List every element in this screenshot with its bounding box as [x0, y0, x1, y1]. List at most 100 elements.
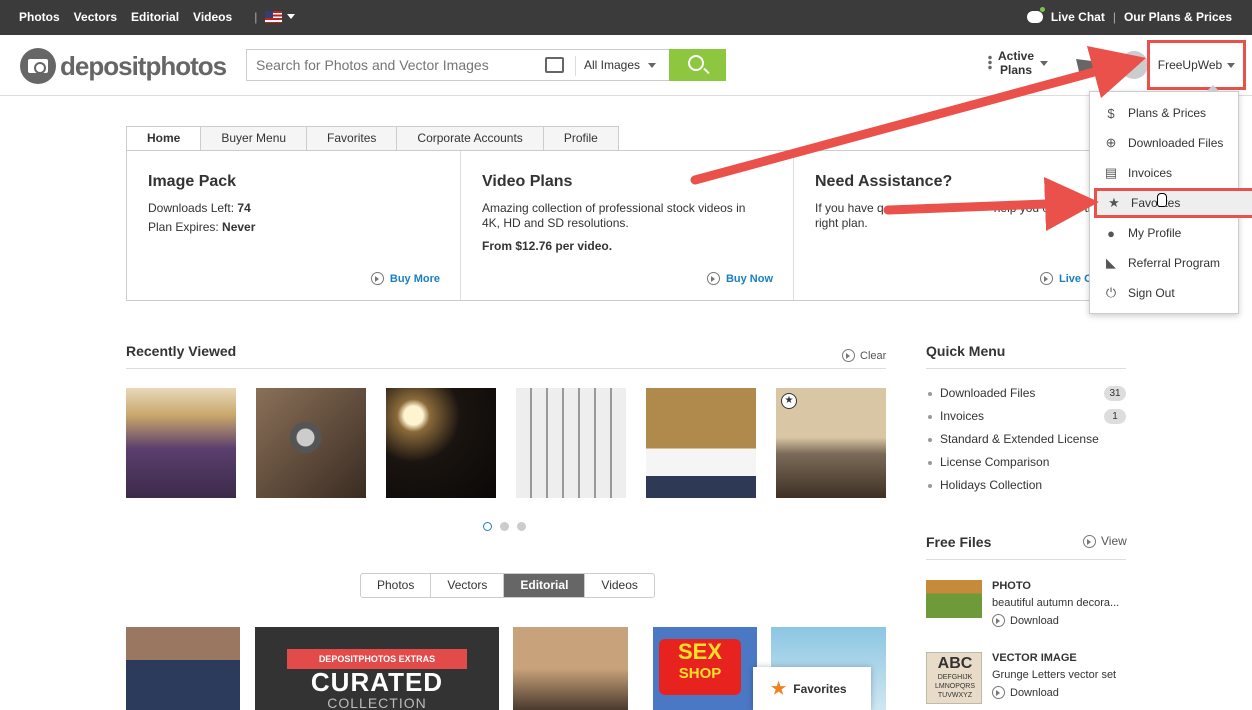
image-search-icon[interactable]: [545, 57, 564, 73]
tab-favorites[interactable]: Favorites: [307, 126, 398, 151]
avatar[interactable]: [1120, 51, 1148, 79]
editorial-thumb-3[interactable]: [513, 627, 628, 710]
star-icon: ★: [1108, 195, 1120, 210]
header: depositphotos All Images Active Plans Fr…: [0, 35, 1252, 96]
menu-item-plans-prices[interactable]: $ Plans & Prices: [1090, 98, 1238, 128]
carousel-dot-2[interactable]: [500, 522, 509, 531]
user-menu-button[interactable]: FreeUpWeb: [1147, 40, 1246, 90]
view-label: View: [1101, 534, 1127, 548]
favorites-floating-tab[interactable]: ★ Favorites: [753, 667, 871, 710]
cart-icon[interactable]: [1076, 59, 1098, 73]
quick-menu-license-comparison[interactable]: License Comparison: [926, 454, 1126, 477]
tab-home[interactable]: Home: [126, 126, 202, 151]
free-file-thumbnail[interactable]: ABC DEFGHIJK LMNOPQRS TUVWXYZ: [926, 652, 982, 704]
document-icon: ▤: [1104, 165, 1118, 180]
arrow-right-circle-icon: [842, 349, 855, 362]
search-icon: [688, 55, 704, 71]
menu-item-downloaded-files[interactable]: ⊕ Downloaded Files: [1090, 128, 1238, 158]
assistance-card: Need Assistance? If you have q help you c…: [793, 151, 1126, 300]
banner-subheading: COLLECTION: [327, 695, 427, 710]
shop-sign: SEX SHOP: [659, 639, 741, 695]
hand-cursor-icon: [1157, 193, 1167, 207]
logo-text: depositphotos: [60, 50, 227, 81]
menu-item-label: Referral Program: [1128, 256, 1221, 270]
image-type-select[interactable]: All Images: [584, 58, 657, 72]
language-caret-icon[interactable]: [287, 14, 295, 19]
nav-vectors[interactable]: Vectors: [74, 10, 117, 24]
image-pack-title: Image Pack: [148, 173, 237, 190]
dashboard-tabs: Home Buyer Menu Favorites Corporate Acco…: [126, 126, 619, 151]
plan-expires-value: Never: [222, 220, 256, 234]
count-badge: 1: [1104, 409, 1126, 424]
quick-menu-list: Downloaded Files 31 Invoices 1 Standard & …: [926, 385, 1126, 500]
nav-photos[interactable]: Photos: [19, 10, 60, 24]
tab-photos[interactable]: Photos: [361, 574, 430, 597]
search-input[interactable]: [247, 50, 537, 80]
thumbnail-mic-audience[interactable]: ★: [776, 388, 886, 498]
quick-menu-holidays-collection[interactable]: Holidays Collection: [926, 477, 1126, 500]
thumbnail-podium-mic[interactable]: [646, 388, 756, 498]
clear-link[interactable]: Clear: [842, 349, 886, 362]
live-chat-link[interactable]: Live Chat: [1051, 10, 1105, 24]
carousel-dot-1[interactable]: [483, 522, 492, 531]
menu-item-invoices[interactable]: ▤ Invoices: [1090, 158, 1238, 188]
nav-editorial[interactable]: Editorial: [131, 10, 179, 24]
tab-videos[interactable]: Videos: [584, 574, 653, 597]
quick-menu-invoices[interactable]: Invoices 1: [926, 408, 1126, 431]
quick-menu-title: Quick Menu: [926, 343, 1006, 359]
tab-corporate-accounts[interactable]: Corporate Accounts: [397, 126, 544, 151]
arrow-right-circle-icon: [370, 272, 384, 285]
buy-now-label: Buy Now: [725, 272, 773, 285]
tab-vectors[interactable]: Vectors: [430, 574, 503, 597]
download-link[interactable]: Download: [992, 614, 1059, 627]
menu-item-label: My Profile: [1128, 226, 1182, 240]
editorial-thumb-1[interactable]: [126, 627, 240, 710]
menu-item-label: Plans & Prices: [1128, 106, 1207, 120]
plans-prices-link[interactable]: Our Plans & Prices: [1124, 10, 1232, 24]
dashboard-panel: Image Pack Downloads Left: 74 Plan Expir…: [126, 150, 1126, 301]
downloads-left: Downloads Left: 74: [148, 201, 439, 216]
thumbnail-microphone-crowd[interactable]: [256, 388, 366, 498]
downloads-left-label: Downloads Left:: [148, 201, 238, 215]
search-button[interactable]: [669, 49, 726, 81]
list-item-label: Downloaded Files: [940, 386, 1036, 400]
thumbnail-calendar[interactable]: [516, 388, 626, 498]
editorial-thumb-4[interactable]: SEX SHOP: [653, 627, 757, 710]
curated-collection-banner[interactable]: DEPOSITPHOTOS EXTRAS CURATED COLLECTION: [255, 627, 499, 710]
menu-item-sign-out[interactable]: ⏻ Sign Out: [1090, 278, 1238, 308]
star-icon[interactable]: ★: [781, 393, 797, 409]
thumbnail-spotlight[interactable]: [386, 388, 496, 498]
menu-item-my-profile[interactable]: ● My Profile: [1090, 218, 1238, 248]
buy-more-label: Buy More: [389, 272, 440, 285]
buy-now-link[interactable]: Buy Now: [706, 272, 773, 285]
free-file-thumbnail[interactable]: [926, 580, 982, 618]
thumb-letters: ABC: [937, 655, 973, 672]
arrow-right-circle-icon: [992, 614, 1005, 627]
tab-buyer-menu[interactable]: Buyer Menu: [201, 126, 308, 151]
quick-menu-downloaded-files[interactable]: Downloaded Files 31: [926, 385, 1126, 408]
shop-sign-top: SEX: [677, 639, 723, 664]
megaphone-icon: ◣: [1106, 255, 1116, 270]
menu-item-referral-program[interactable]: ◣ Referral Program: [1090, 248, 1238, 278]
active-plans-menu[interactable]: Active Plans: [988, 49, 1049, 77]
view-free-files-link[interactable]: View: [1083, 534, 1127, 548]
plan-expires: Plan Expires: Never: [148, 220, 439, 235]
chat-icon[interactable]: [1026, 7, 1045, 23]
menu-item-favorites[interactable]: ★ Favorites: [1094, 188, 1252, 218]
tab-profile[interactable]: Profile: [543, 126, 619, 151]
top-right-divider: |: [1112, 10, 1116, 24]
nav-videos[interactable]: Videos: [193, 10, 232, 24]
tab-editorial[interactable]: Editorial: [503, 574, 585, 597]
menu-item-label: Favorites: [1131, 196, 1181, 210]
us-flag-icon[interactable]: [265, 11, 282, 23]
thumbnail-conference-hall[interactable]: [126, 388, 236, 498]
carousel-dot-3[interactable]: [517, 522, 526, 531]
active-plans-line1: Active: [998, 49, 1035, 63]
buy-more-link[interactable]: Buy More: [370, 272, 440, 285]
dollar-icon: $: [1107, 105, 1115, 121]
logo[interactable]: depositphotos: [20, 48, 227, 84]
video-plans-title: Video Plans: [482, 173, 573, 190]
quick-menu-license[interactable]: Standard & Extended License: [926, 431, 1126, 454]
download-link[interactable]: Download: [992, 686, 1059, 699]
section-divider: [126, 368, 886, 369]
